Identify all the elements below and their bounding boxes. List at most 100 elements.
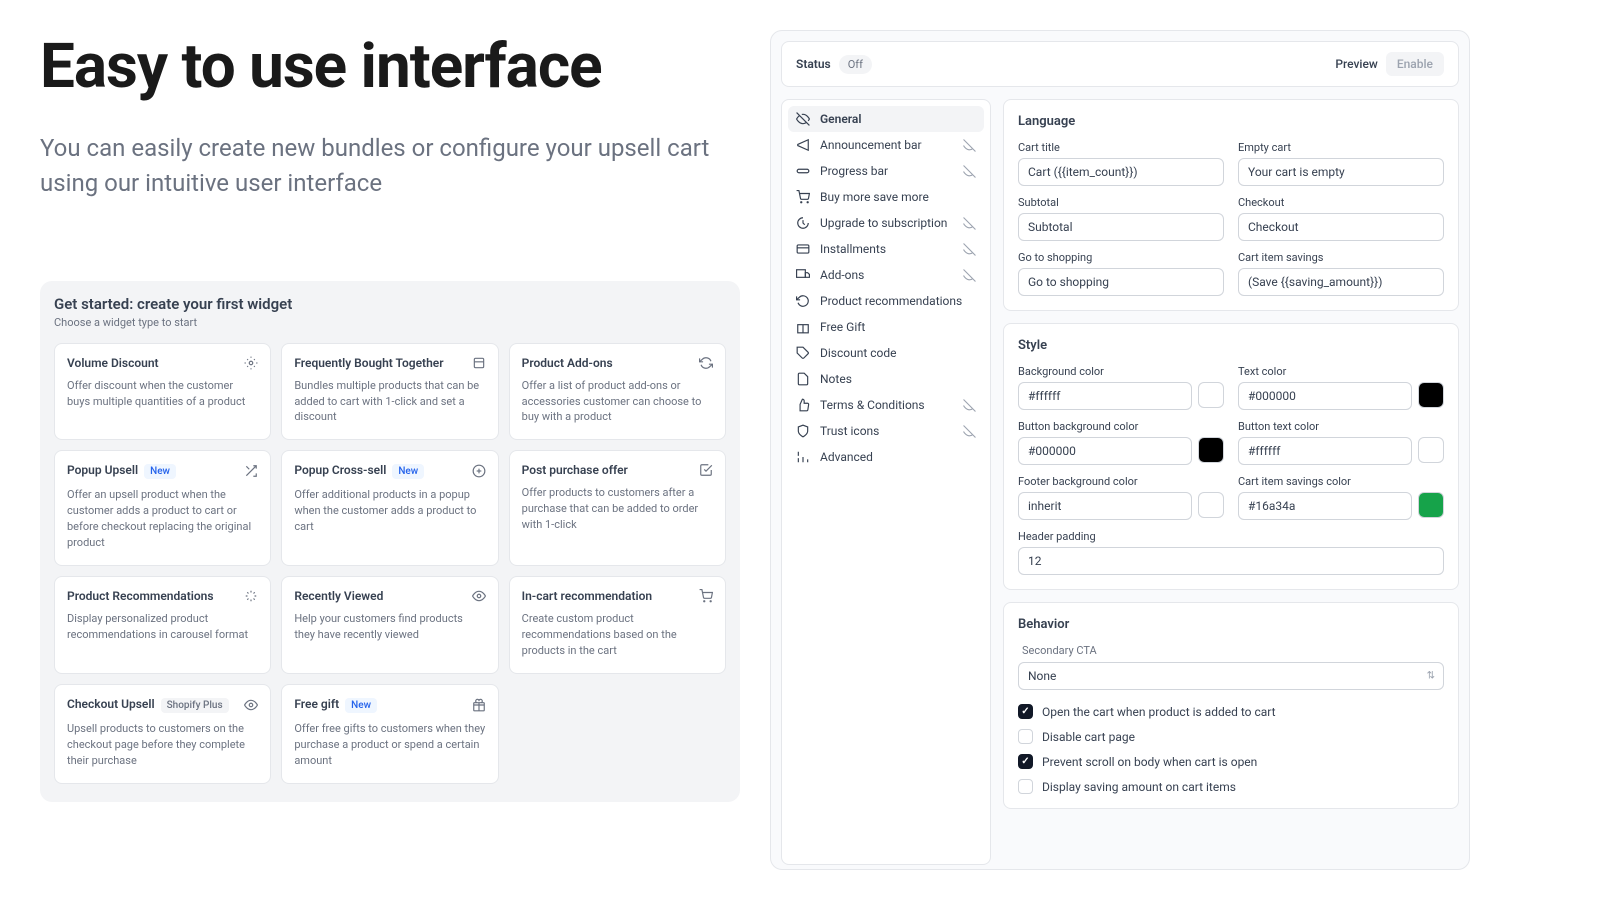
nav-notes[interactable]: Notes — [788, 366, 984, 392]
footer-color-input[interactable] — [1018, 492, 1192, 520]
bg-color-input[interactable] — [1018, 382, 1192, 410]
enable-button[interactable]: Enable — [1386, 52, 1444, 76]
widget-free-gift[interactable]: Free giftNew Offer free gifts to custome… — [281, 684, 498, 784]
widget-recently-viewed[interactable]: Recently Viewed Help your customers find… — [281, 576, 498, 674]
nav-freegift[interactable]: Free Gift — [788, 314, 984, 340]
widget-volume-discount[interactable]: Volume Discount Offer discount when the … — [54, 343, 271, 441]
widget-title: Checkout Upsell — [67, 697, 155, 711]
refresh-icon — [699, 356, 713, 370]
widget-post-purchase[interactable]: Post purchase offer Offer products to cu… — [509, 450, 726, 566]
nav-announcement[interactable]: Announcement bar — [788, 132, 984, 158]
widget-incart-rec[interactable]: In-cart recommendation Create custom pro… — [509, 576, 726, 674]
plus-circle-icon — [472, 464, 486, 478]
widget-title: In-cart recommendation — [522, 589, 652, 603]
field-label: Button text color — [1238, 420, 1444, 433]
widget-desc: Create custom product recommendations ba… — [522, 611, 713, 659]
nav-installments[interactable]: Installments — [788, 236, 984, 262]
status-badge: Off — [839, 55, 872, 74]
widget-desc: Offer products to customers after a purc… — [522, 485, 713, 533]
nav-terms[interactable]: Terms & Conditions — [788, 392, 984, 418]
field-label: Checkout — [1238, 196, 1444, 209]
nav-progress[interactable]: Progress bar — [788, 158, 984, 184]
section-title: Language — [1018, 114, 1444, 129]
widget-popup-crosssell[interactable]: Popup Cross-sellNew Offer additional pro… — [281, 450, 498, 566]
field-label: Text color — [1238, 365, 1444, 378]
nav-addons[interactable]: Add-ons — [788, 262, 984, 288]
gift-icon — [796, 320, 810, 334]
eye-icon — [472, 589, 486, 603]
widget-recommendations[interactable]: Product Recommendations Display personal… — [54, 576, 271, 674]
field-label: Secondary CTA — [1022, 644, 1444, 657]
config-sidebar: General Announcement bar Progress bar Bu… — [781, 99, 991, 865]
color-swatch[interactable] — [1198, 492, 1224, 518]
text-color-input[interactable] — [1238, 382, 1412, 410]
field-label: Button background color — [1018, 420, 1224, 433]
empty-cart-input[interactable] — [1238, 158, 1444, 186]
widget-addons[interactable]: Product Add-ons Offer a list of product … — [509, 343, 726, 441]
widget-desc: Display personalized product recommendat… — [67, 611, 258, 643]
widget-popup-upsell[interactable]: Popup UpsellNew Offer an upsell product … — [54, 450, 271, 566]
checkbox-disable-cart[interactable] — [1018, 729, 1033, 744]
nav-general[interactable]: General — [788, 106, 984, 132]
subscription-icon — [796, 216, 810, 230]
status-label: Status — [796, 57, 831, 71]
field-label: Subtotal — [1018, 196, 1224, 209]
hero-subtitle: You can easily create new bundles or con… — [40, 131, 740, 201]
widget-fbt[interactable]: Frequently Bought Together Bundles multi… — [281, 343, 498, 441]
field-label: Cart item savings color — [1238, 475, 1444, 488]
sparkle-icon — [244, 589, 258, 603]
receipt-icon — [699, 463, 713, 477]
nav-buymore[interactable]: Buy more save more — [788, 184, 984, 210]
field-label: Header padding — [1018, 530, 1444, 543]
shield-icon — [796, 424, 810, 438]
color-swatch[interactable] — [1418, 492, 1444, 518]
plus-badge: Shopify Plus — [161, 698, 229, 713]
color-swatch[interactable] — [1198, 437, 1224, 463]
section-title: Behavior — [1018, 617, 1444, 632]
goto-input[interactable] — [1018, 268, 1224, 296]
color-swatch[interactable] — [1418, 437, 1444, 463]
widget-desc: Offer additional products in a popup whe… — [294, 487, 485, 535]
subtotal-input[interactable] — [1018, 213, 1224, 241]
widget-panel: Get started: create your first widget Ch… — [40, 281, 740, 802]
widget-desc: Upsell products to customers on the chec… — [67, 721, 258, 769]
style-section: Style Background color Text color Button… — [1003, 323, 1459, 590]
checkbox-label: Display saving amount on cart items — [1042, 780, 1236, 794]
widget-title: Product Add-ons — [522, 356, 613, 370]
widget-checkout-upsell[interactable]: Checkout Upsell Shopify Plus Upsell produ… — [54, 684, 271, 784]
cart-title-input[interactable] — [1018, 158, 1224, 186]
widget-title: Popup Cross-sell — [294, 463, 386, 477]
btntxt-color-input[interactable] — [1238, 437, 1412, 465]
color-swatch[interactable] — [1418, 382, 1444, 408]
savings-input[interactable] — [1238, 268, 1444, 296]
config-header: Status Off Preview Enable — [781, 41, 1459, 87]
hidden-icon — [963, 425, 976, 438]
secondary-cta-select[interactable] — [1018, 662, 1444, 690]
widget-title: Frequently Bought Together — [294, 356, 443, 370]
nav-upgrade[interactable]: Upgrade to subscription — [788, 210, 984, 236]
cart-icon — [699, 589, 713, 603]
padding-input[interactable] — [1018, 547, 1444, 575]
nav-trust[interactable]: Trust icons — [788, 418, 984, 444]
hidden-icon — [963, 269, 976, 282]
checkout-input[interactable] — [1238, 213, 1444, 241]
behavior-section: Behavior Secondary CTA Open the cart whe… — [1003, 602, 1459, 809]
hidden-icon — [963, 165, 976, 178]
checkbox-display-saving[interactable] — [1018, 779, 1033, 794]
checkbox-open-cart[interactable] — [1018, 704, 1033, 719]
swap-icon — [244, 464, 258, 478]
color-swatch[interactable] — [1198, 382, 1224, 408]
megaphone-icon — [796, 138, 810, 152]
nav-advanced[interactable]: Advanced — [788, 444, 984, 470]
savings-color-input[interactable] — [1238, 492, 1412, 520]
checkbox-prevent-scroll[interactable] — [1018, 754, 1033, 769]
eye-off-icon — [796, 112, 810, 126]
nav-productrec[interactable]: Product recommendations — [788, 288, 984, 314]
preview-button[interactable]: Preview — [1335, 52, 1378, 76]
hidden-icon — [963, 217, 976, 230]
nav-discount[interactable]: Discount code — [788, 340, 984, 366]
checkbox-label: Disable cart page — [1042, 730, 1135, 744]
btnbg-color-input[interactable] — [1018, 437, 1192, 465]
gift-icon — [472, 698, 486, 712]
widget-desc: Offer a list of product add-ons or acces… — [522, 378, 713, 426]
